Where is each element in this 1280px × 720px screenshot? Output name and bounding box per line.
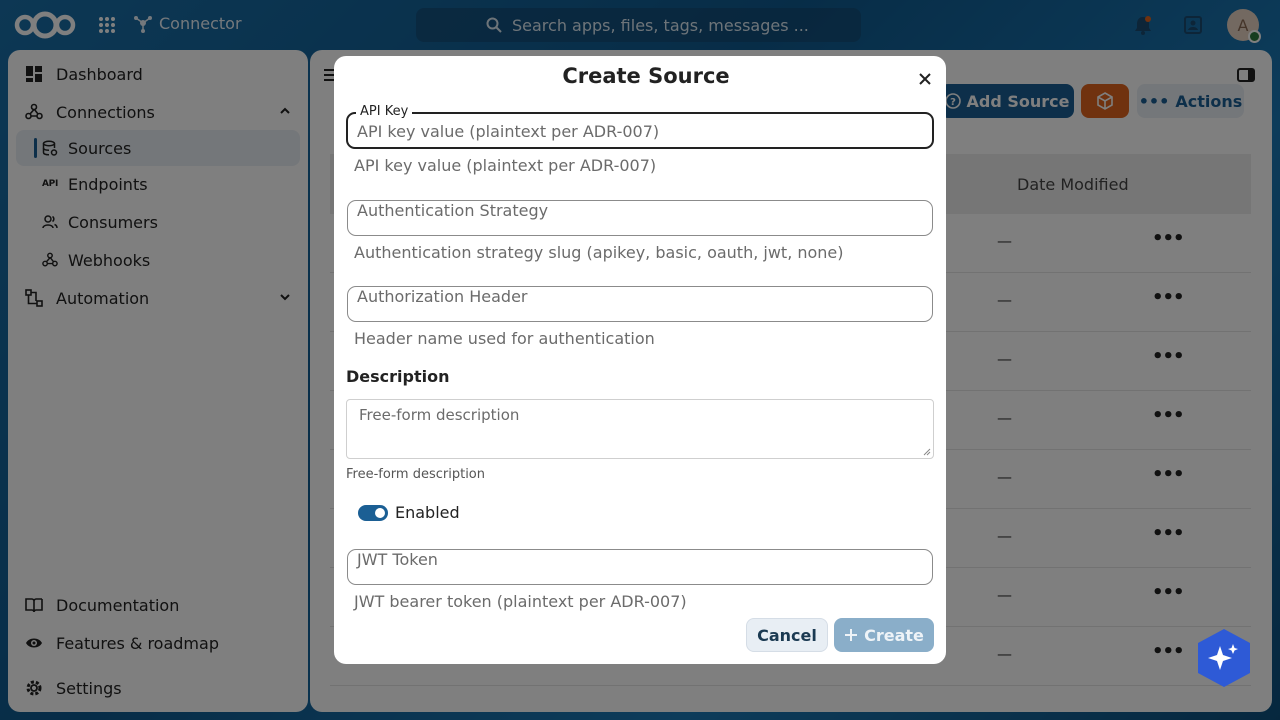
api-key-placeholder: API key value (plaintext per ADR-007) — [357, 122, 660, 141]
assistant-sparkle-icon[interactable] — [1196, 628, 1252, 688]
authorization-header-field[interactable]: Authorization Header — [347, 286, 933, 322]
authentication-strategy-field[interactable]: Authentication Strategy — [347, 200, 933, 236]
authorization-header-placeholder: Authorization Header — [357, 287, 528, 306]
cancel-label: Cancel — [757, 625, 817, 645]
create-source-dialog: Create Source API Key API key value (pla… — [334, 56, 946, 664]
enabled-toggle[interactable] — [358, 505, 388, 521]
dialog-title: Create Source — [562, 64, 730, 88]
jwt-token-helper: JWT bearer token (plaintext per ADR-007) — [354, 592, 687, 611]
enabled-label[interactable]: Enabled — [395, 503, 460, 522]
authentication-strategy-placeholder: Authentication Strategy — [357, 201, 549, 220]
description-placeholder: Free-form description — [359, 406, 520, 424]
description-textarea[interactable]: Free-form description — [346, 399, 934, 459]
description-helper: Free-form description — [346, 467, 486, 482]
create-button[interactable]: Create — [834, 618, 934, 652]
plus-icon — [845, 629, 858, 641]
api-key-field[interactable]: API Key API key value (plaintext per ADR… — [346, 104, 934, 149]
api-key-helper: API key value (plaintext per ADR-007) — [354, 156, 657, 175]
create-label: Create — [864, 625, 924, 645]
close-icon[interactable] — [914, 68, 936, 90]
resize-handle-icon[interactable] — [923, 448, 931, 456]
authorization-header-helper: Header name used for authentication — [354, 329, 655, 348]
cancel-button[interactable]: Cancel — [746, 618, 828, 652]
jwt-token-placeholder: JWT Token — [357, 550, 438, 569]
api-key-label: API Key — [356, 104, 413, 119]
jwt-token-field[interactable]: JWT Token — [347, 549, 933, 585]
description-label: Description — [346, 367, 450, 386]
authentication-strategy-helper: Authentication strategy slug (apikey, ba… — [354, 243, 844, 262]
